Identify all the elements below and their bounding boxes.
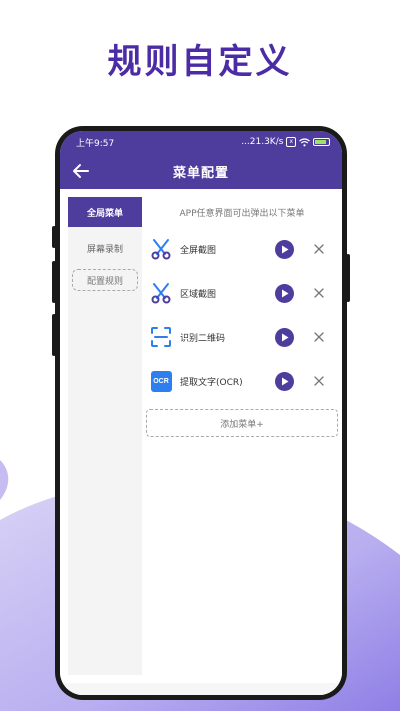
main-body: 全局菜单 屏幕录制 配置规则 APP任意界面可出弹出以下菜单 全屏截图 区域截图… xyxy=(60,189,342,695)
phone-left-button xyxy=(52,226,56,248)
app-bar: 菜单配置 xyxy=(60,153,342,189)
play-button[interactable] xyxy=(275,239,294,259)
menu-hint: APP任意界面可出弹出以下菜单 xyxy=(179,208,305,219)
battery-icon xyxy=(313,138,330,146)
play-icon xyxy=(281,333,288,341)
wifi-icon xyxy=(299,137,310,146)
status-bar: 上午9:57 ...21.3K/s x xyxy=(60,131,342,153)
close-icon[interactable] xyxy=(312,242,326,256)
sidebar-item-screen-record[interactable]: 屏幕录制 xyxy=(68,233,142,263)
scan-frame-icon xyxy=(150,326,172,348)
menu-item-label: 提取文字(OCR) xyxy=(180,377,243,388)
close-icon[interactable] xyxy=(312,374,326,388)
status-time: 上午9:57 xyxy=(76,138,115,149)
phone-right-button xyxy=(346,254,350,302)
menu-item-label: 识别二维码 xyxy=(180,333,226,344)
scissors-icon xyxy=(150,238,172,260)
phone-left-button xyxy=(52,261,56,303)
play-icon xyxy=(281,245,288,253)
network-speed: ...21.3K/s xyxy=(241,137,284,147)
arrow-left-icon[interactable] xyxy=(70,161,92,181)
navigation-bar xyxy=(60,683,342,695)
phone-frame: 上午9:57 ...21.3K/s x 菜单配置 全局菜单 屏幕录制 配置规则 … xyxy=(52,126,350,700)
close-icon[interactable] xyxy=(312,286,326,300)
phone-screen: 上午9:57 ...21.3K/s x 菜单配置 全局菜单 屏幕录制 配置规则 … xyxy=(60,131,342,695)
menu-item-ocr[interactable]: OCR 提取文字(OCR) xyxy=(142,359,342,403)
status-indicators: ...21.3K/s x xyxy=(241,137,330,147)
close-icon[interactable] xyxy=(312,330,326,344)
menu-item-fullscreen[interactable]: 全屏截图 xyxy=(142,227,342,271)
play-icon xyxy=(281,377,288,385)
menu-item-region[interactable]: 区域截图 xyxy=(142,271,342,315)
menu-item-label: 全屏截图 xyxy=(180,245,217,256)
menu-content: APP任意界面可出弹出以下菜单 全屏截图 区域截图 识别二维码 OCR 提取文字… xyxy=(142,197,342,675)
sim-badge: x xyxy=(286,137,296,147)
play-button[interactable] xyxy=(275,327,294,347)
phone-left-button xyxy=(52,314,56,356)
play-button[interactable] xyxy=(275,371,294,391)
ocr-icon: OCR xyxy=(150,370,172,392)
menu-item-qrcode[interactable]: 识别二维码 xyxy=(142,315,342,359)
add-menu-button[interactable]: 添加菜单+ xyxy=(146,409,338,437)
menu-item-label: 区域截图 xyxy=(180,289,217,300)
app-title: 菜单配置 xyxy=(172,165,229,181)
ocr-badge: OCR xyxy=(150,370,172,392)
hero-title: 规则自定义 xyxy=(107,42,293,82)
play-icon xyxy=(281,289,288,297)
scissors-icon xyxy=(150,282,172,304)
config-rules-button[interactable]: 配置规则 xyxy=(72,269,138,291)
sidebar-item-global-menu[interactable]: 全局菜单 xyxy=(68,197,142,227)
sidebar: 全局菜单 屏幕录制 配置规则 xyxy=(68,197,142,675)
play-button[interactable] xyxy=(275,283,294,303)
